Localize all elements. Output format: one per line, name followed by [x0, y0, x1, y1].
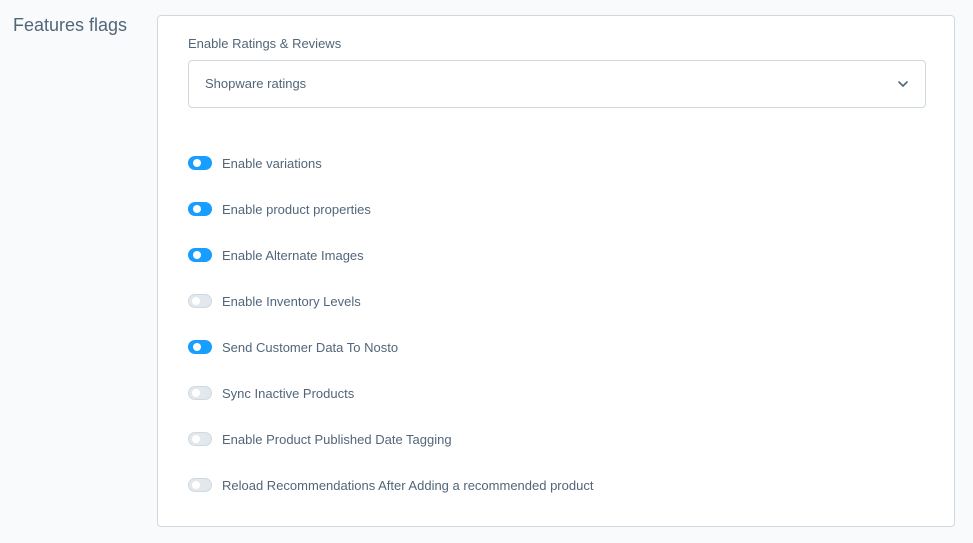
toggle-label: Enable variations: [222, 155, 322, 171]
toggle-row-enable-inventory-levels[interactable]: Enable Inventory Levels: [188, 291, 361, 311]
toggle-row-enable-product-properties[interactable]: Enable product properties: [188, 199, 371, 219]
published-date-tagging-switch[interactable]: [188, 432, 212, 446]
enable-product-properties-switch[interactable]: [188, 202, 212, 216]
switch-knob: [192, 435, 200, 443]
features-card: Enable Ratings & Reviews Shopware rating…: [157, 15, 955, 527]
toggle-label: Enable Alternate Images: [222, 247, 364, 263]
ratings-select[interactable]: Shopware ratings: [188, 60, 926, 108]
toggle-row-enable-alternate-images[interactable]: Enable Alternate Images: [188, 245, 364, 265]
toggle-row-enable-variations[interactable]: Enable variations: [188, 153, 322, 173]
switch-knob: [192, 297, 200, 305]
toggle-label: Sync Inactive Products: [222, 385, 355, 401]
section-title: Features flags: [13, 15, 128, 35]
enable-variations-switch[interactable]: [188, 156, 212, 170]
ratings-field-label: Enable Ratings & Reviews: [188, 36, 342, 51]
toggle-label: Enable Product Published Date Tagging: [222, 431, 452, 447]
sync-inactive-products-switch[interactable]: [188, 386, 212, 400]
toggle-row-sync-inactive-products[interactable]: Sync Inactive Products: [188, 383, 354, 403]
chevron-down-icon: [898, 81, 908, 87]
ratings-select-value: Shopware ratings: [205, 76, 307, 91]
enable-inventory-levels-switch[interactable]: [188, 294, 212, 308]
toggle-label: Reload Recommendations After Adding a re…: [222, 477, 594, 493]
toggle-label: Enable Inventory Levels: [222, 293, 361, 309]
switch-knob: [193, 159, 201, 167]
switch-knob: [192, 389, 200, 397]
toggle-row-published-date-tagging[interactable]: Enable Product Published Date Tagging: [188, 429, 452, 449]
toggle-label: Send Customer Data To Nosto: [222, 339, 399, 355]
toggle-label: Enable product properties: [222, 201, 371, 217]
toggle-row-send-customer-data[interactable]: Send Customer Data To Nosto: [188, 337, 398, 357]
reload-recommendations-switch[interactable]: [188, 478, 212, 492]
switch-knob: [193, 205, 201, 213]
switch-knob: [193, 251, 201, 259]
switch-knob: [193, 343, 201, 351]
send-customer-data-switch[interactable]: [188, 340, 212, 354]
enable-alternate-images-switch[interactable]: [188, 248, 212, 262]
switch-knob: [192, 481, 200, 489]
toggle-row-reload-recommendations[interactable]: Reload Recommendations After Adding a re…: [188, 475, 593, 495]
